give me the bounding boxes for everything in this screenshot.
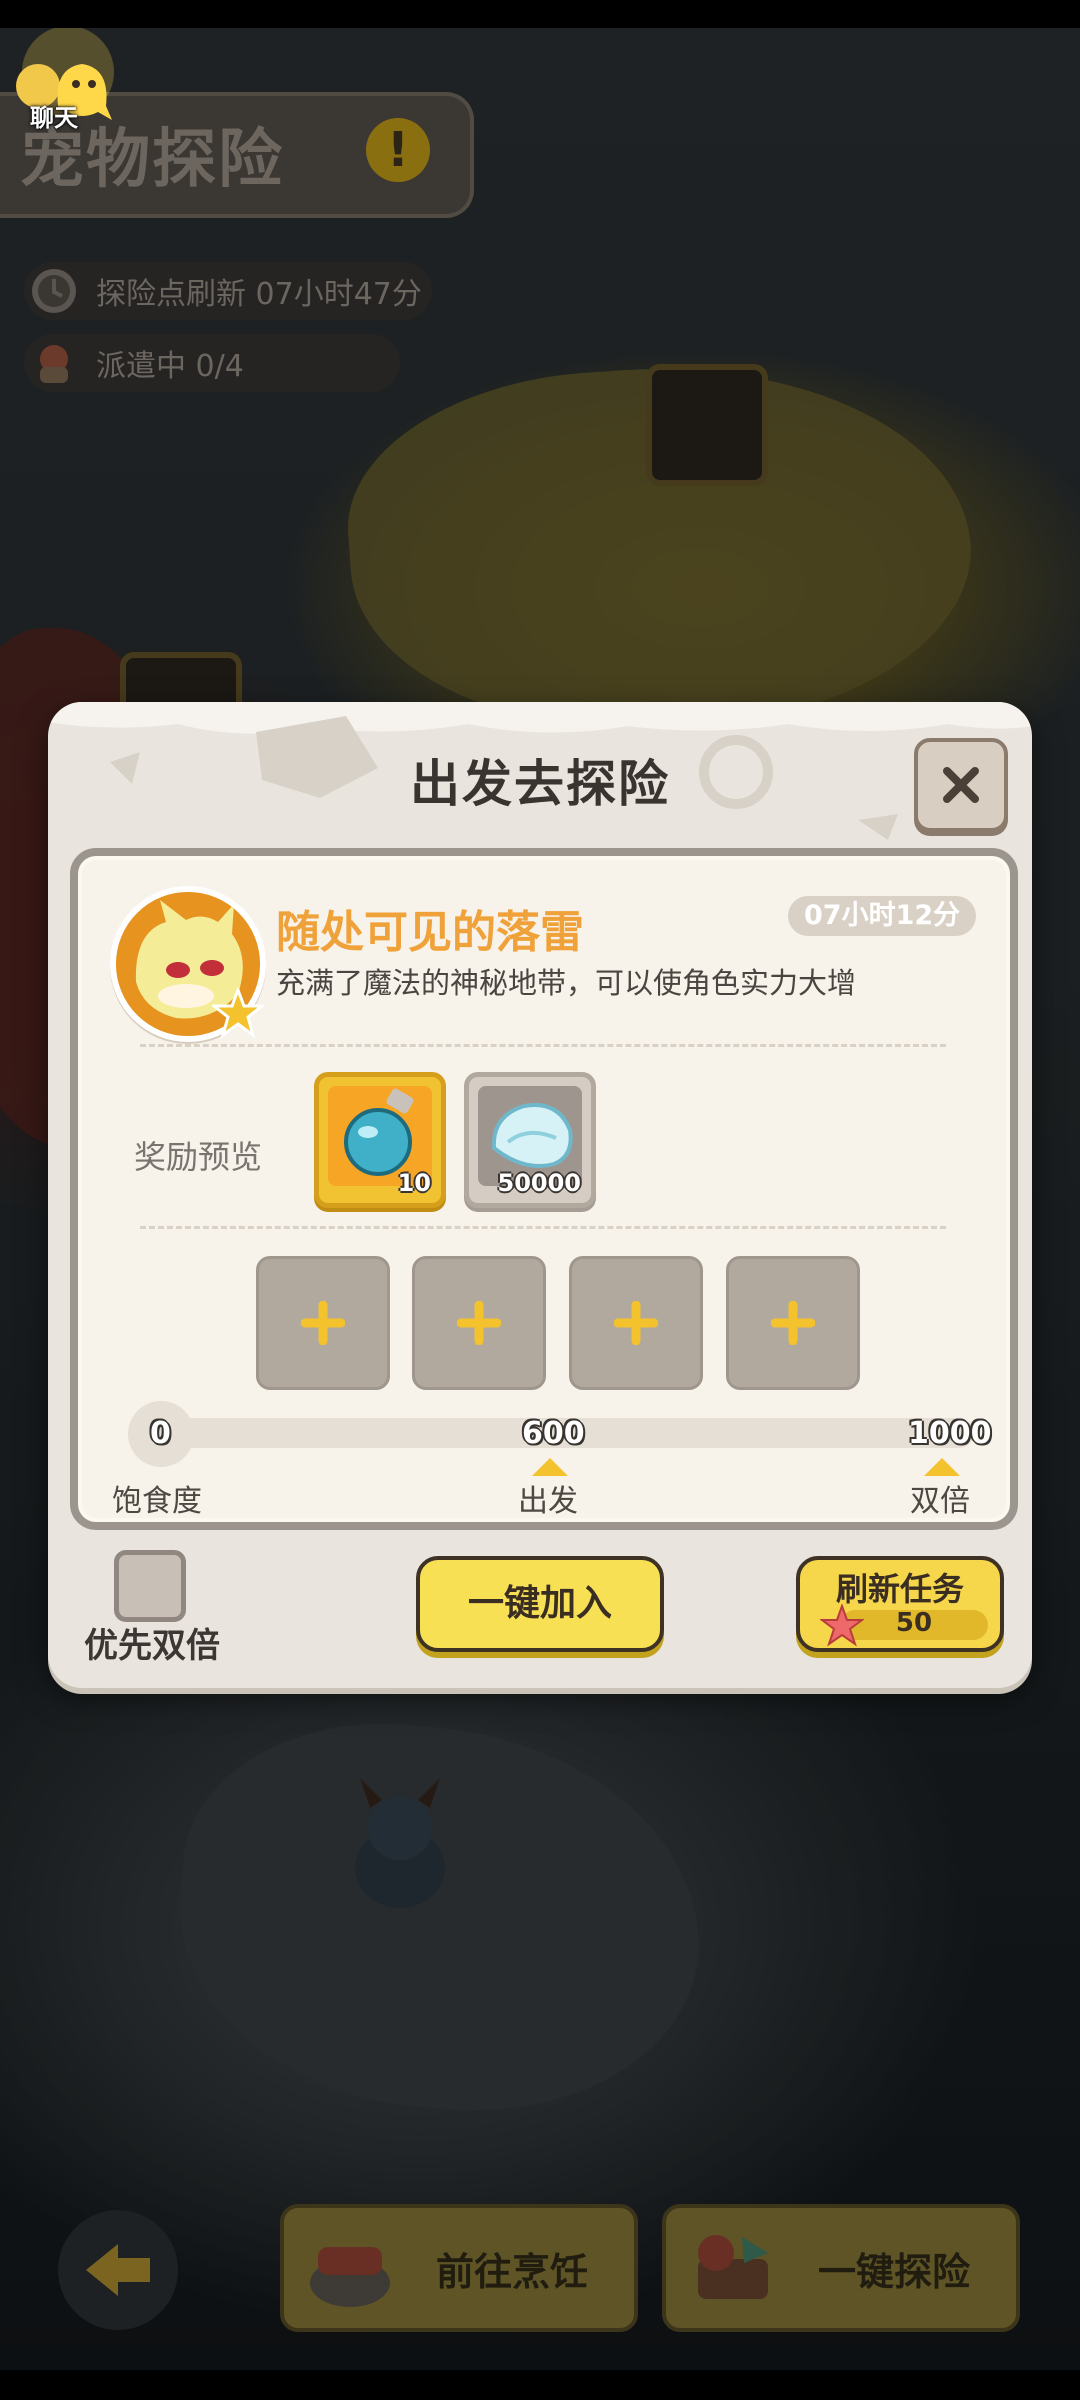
go-cook-label: 前往烹饪	[436, 2249, 589, 2294]
back-arrow-icon	[86, 2244, 150, 2296]
dialog-title: 出发去探险	[410, 755, 670, 813]
divider	[140, 1226, 946, 1229]
reward-count: 10	[397, 1169, 431, 1197]
back-button[interactable]	[58, 2210, 178, 2330]
refresh-info-text: 探险点刷新 07小时47分	[96, 277, 422, 312]
starfish-icon	[820, 1604, 864, 1647]
close-icon	[943, 767, 979, 803]
reward-item-potion[interactable]: 10	[314, 1072, 446, 1208]
clock-icon	[32, 269, 76, 313]
pet-slot-3[interactable]	[569, 1256, 703, 1390]
star-badge-icon	[212, 988, 264, 1039]
reward-preview-label: 奖励预览	[134, 1138, 263, 1176]
satiety-current-value: 0	[150, 1416, 171, 1451]
satiety-label: 饱食度	[112, 1484, 202, 1519]
depart-threshold-value: 600	[522, 1416, 585, 1451]
status-bar	[0, 0, 1080, 28]
alert-icon[interactable]: !	[366, 118, 430, 182]
reward-item-shell[interactable]: 50000	[464, 1072, 596, 1208]
double-label: 双倍	[910, 1484, 970, 1519]
double-threshold-value: 1000	[908, 1416, 992, 1451]
quick-join-button[interactable]: 一键加入	[416, 1556, 664, 1652]
refresh-info-row: 探险点刷新 07小时47分	[24, 262, 432, 320]
quick-explore-label: 一键探险	[818, 2249, 971, 2294]
task-name: 随处可见的落雷	[276, 907, 584, 958]
refresh-task-button[interactable]: 刷新任务 50	[796, 1556, 1004, 1652]
close-button[interactable]	[914, 738, 1008, 832]
quick-explore-button[interactable]: 一键探险	[662, 2204, 1020, 2332]
divider	[140, 1044, 946, 1047]
expedition-dialog: 出发去探险 随处可见的落雷 07小时12分 充满了魔法的神秘地带，可以使角色实力…	[48, 702, 1032, 1688]
pet-dispatch-icon	[40, 345, 68, 383]
reward-count: 50000	[497, 1169, 582, 1197]
dispatch-info-row: 派遣中 0/4	[24, 334, 400, 392]
pet-slot-1[interactable]	[256, 1256, 390, 1390]
pet-slot-2[interactable]	[412, 1256, 546, 1390]
plus-icon	[301, 1301, 345, 1345]
task-time-badge: 07小时12分	[788, 896, 977, 936]
priority-double-checkbox[interactable]	[114, 1550, 186, 1622]
navigation-bar	[0, 2370, 1080, 2400]
plus-icon	[457, 1301, 501, 1345]
dispatch-info-text: 派遣中 0/4	[96, 349, 244, 384]
plus-icon	[614, 1301, 658, 1345]
plus-icon	[771, 1301, 815, 1345]
pet-slot-4[interactable]	[726, 1256, 860, 1390]
depart-label: 出发	[518, 1484, 578, 1519]
depart-marker-icon	[532, 1458, 568, 1476]
chat-label[interactable]: 聊天	[30, 98, 78, 133]
double-marker-icon	[924, 1458, 960, 1476]
priority-double-label[interactable]: 优先双倍	[84, 1618, 220, 1667]
explore-chest-icon	[698, 2235, 768, 2299]
cooking-pot-icon	[310, 2247, 390, 2307]
go-cook-button[interactable]: 前往烹饪	[280, 2204, 638, 2332]
task-card: 随处可见的落雷 07小时12分 充满了魔法的神秘地带，可以使角色实力大增 奖励预…	[70, 848, 1018, 1530]
task-description: 充满了魔法的神秘地带，可以使角色实力大增	[276, 966, 857, 1000]
